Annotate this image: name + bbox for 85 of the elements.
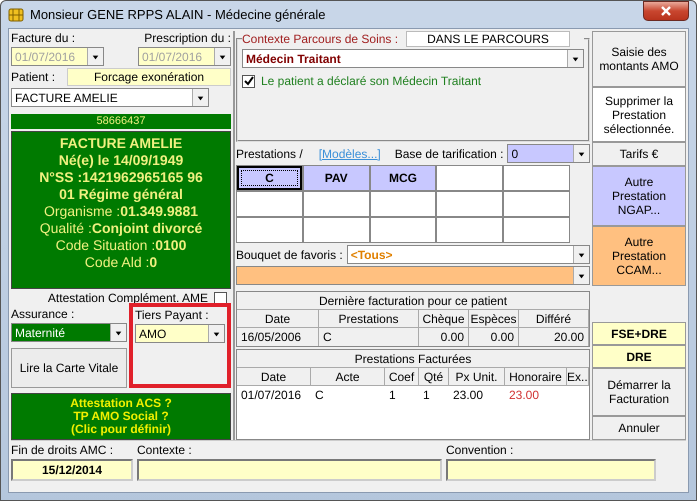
field-label: Contexte : xyxy=(137,443,193,457)
field-label: Assurance : xyxy=(11,307,76,321)
service-cell[interactable]: MCG xyxy=(370,166,436,190)
table-cell: 0.00 xyxy=(419,328,469,346)
patient-info: Organisme :01.349.9881 xyxy=(42,203,200,220)
patient-dropdown[interactable]: FACTURE AMELIE xyxy=(11,88,209,107)
exemption-button[interactable]: Forcage exonération xyxy=(67,68,231,86)
caret-icon xyxy=(110,324,126,341)
table-cell: 20.00 xyxy=(519,328,589,346)
pricing-dropdown[interactable]: 0 xyxy=(507,144,590,163)
checkbox-label: Attestation Complément. AME xyxy=(48,291,208,305)
patient-info: N°SS :1421962965165 96 xyxy=(38,169,204,186)
checkbox-label: Le patient a déclaré son Médecin Traitant xyxy=(261,74,482,88)
column-header: Coef xyxy=(385,368,419,386)
caret-icon xyxy=(573,246,589,263)
insurance-dropdown[interactable]: Maternité xyxy=(11,323,127,342)
ccam-dropdown[interactable] xyxy=(236,266,590,285)
patient-info: Né(e) le 14/09/1949 xyxy=(58,152,184,169)
column-header: Honoraire xyxy=(505,368,567,386)
section-label: Prestations / xyxy=(236,146,303,160)
column-header: Différé xyxy=(519,310,589,328)
column-header: Px Unit. xyxy=(449,368,505,386)
caret-icon xyxy=(192,89,208,106)
field-label: Patient : xyxy=(11,70,56,84)
field-label: Fin de droits AMC : xyxy=(11,443,114,457)
convention-field[interactable] xyxy=(446,459,656,481)
rights-end-field[interactable]: 15/12/2014 xyxy=(11,459,133,481)
window-title: Monsieur GENE RPPS ALAIN - Médecine générale xyxy=(30,7,327,22)
side-button[interactable]: Supprimer la Prestation sélectionnée. xyxy=(592,87,686,142)
side-button[interactable]: Saisie des montants AMO xyxy=(592,31,686,87)
side-button[interactable]: DRE xyxy=(592,345,686,368)
table-cell: C xyxy=(319,328,419,346)
field-label: Prescription du : xyxy=(144,31,231,45)
side-button[interactable]: FSE+DRE xyxy=(592,322,686,345)
caret-icon xyxy=(573,145,589,162)
caret-icon xyxy=(208,325,224,342)
patient-info: Qualité :Conjoint divorcé xyxy=(38,220,204,237)
group-title: Contexte Parcours de Soins : xyxy=(242,32,398,46)
side-button[interactable]: Tarifs € xyxy=(592,142,686,166)
column-header: Chèque xyxy=(419,310,469,328)
field-label: Convention : xyxy=(446,443,514,457)
table-title: Dernière facturation pour ce patient xyxy=(237,292,589,310)
acs-text: (Clic pour définir) xyxy=(70,423,172,436)
field-label: Tiers Payant : xyxy=(135,308,210,322)
side-button[interactable]: Démarrer la Facturation xyxy=(592,368,686,416)
card-number: 58666437 xyxy=(11,114,231,129)
pathway-status: DANS LE PARCOURS xyxy=(406,31,570,47)
checkbox[interactable] xyxy=(214,292,227,304)
field-label: Bouquet de favoris : xyxy=(236,248,343,262)
field-label: Base de tarification : xyxy=(394,146,504,160)
caret-icon xyxy=(567,50,583,67)
column-header: Espèces xyxy=(469,310,519,328)
caret-icon xyxy=(573,267,589,284)
acs-text: TP AMO Social ? xyxy=(72,410,170,423)
side-button[interactable]: Annuler xyxy=(592,416,686,440)
card-chip-icon xyxy=(8,8,24,22)
context-field[interactable] xyxy=(137,459,442,481)
column-header: Prestations xyxy=(319,310,419,328)
patient-info: 01 Régime général xyxy=(58,186,184,203)
context-dropdown[interactable]: Médecin Traitant xyxy=(242,49,584,68)
column-header: Qté xyxy=(419,368,449,386)
read-card-button[interactable]: Lire la Carte Vitale xyxy=(11,348,127,388)
caret-icon xyxy=(87,48,103,65)
acs-panel[interactable]: Attestation ACS ? TP AMO Social ? (Clic pour définir) xyxy=(11,393,231,440)
service-cell[interactable]: PAV xyxy=(304,166,369,190)
checkbox[interactable] xyxy=(242,74,255,88)
column-header: Date xyxy=(237,368,311,386)
caret-icon xyxy=(214,48,230,65)
service-cell[interactable]: C xyxy=(237,166,302,190)
column-header: Date xyxy=(237,310,319,328)
field-label: Facture du : xyxy=(11,31,76,45)
close-button[interactable] xyxy=(643,0,689,20)
acs-text: Attestation ACS ? xyxy=(69,397,173,410)
column-header: Ex... xyxy=(567,368,589,386)
table-title: Prestations Facturées xyxy=(237,350,589,368)
side-button[interactable]: Autre Prestation CCAM... xyxy=(592,226,686,286)
side-button[interactable]: Autre Prestation NGAP... xyxy=(592,166,686,226)
patient-info: Code Situation :0100 xyxy=(54,237,188,254)
patient-info: FACTURE AMELIE xyxy=(58,135,184,152)
close-icon xyxy=(660,6,672,16)
patient-info: Code Ald :0 xyxy=(84,254,158,271)
column-header: Acte xyxy=(311,368,385,386)
payer-dropdown[interactable]: AMO xyxy=(135,324,225,343)
table-cell: 16/05/2006 xyxy=(237,328,319,346)
table-cell: 0.00 xyxy=(469,328,519,346)
